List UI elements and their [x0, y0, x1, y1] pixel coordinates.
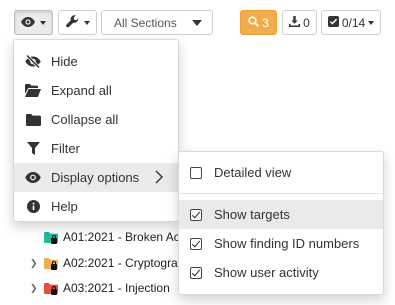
view-menu: Hide Expand all Collapse all Filter Disp… [13, 39, 179, 222]
display-options-submenu: Detailed view Show targets Show finding … [178, 151, 384, 295]
menu-item-display-options[interactable]: Display options [14, 163, 178, 192]
chevron-right-icon[interactable]: ❯ [30, 258, 40, 269]
sections-select[interactable]: All Sections [101, 10, 213, 35]
search-count: 3 [262, 15, 269, 30]
checklist-count: 0/14 [341, 15, 366, 30]
divider [179, 193, 383, 194]
menu-item-label: Hide [51, 54, 78, 69]
folder-icon [44, 257, 58, 270]
chevron-right-icon [155, 170, 163, 187]
lock-icon [51, 260, 57, 270]
tree-item-label: A02:2021 - Cryptogra [63, 256, 178, 270]
view-dropdown-button[interactable] [14, 10, 53, 35]
menu-item-label: Collapse all [51, 112, 119, 127]
chevron-down-icon [40, 20, 46, 25]
lock-icon [51, 234, 57, 244]
chevron-down-icon [83, 20, 90, 25]
option-label: Show targets [214, 207, 290, 222]
option-detailed-view[interactable]: Detailed view [179, 158, 383, 187]
folder-icon [44, 231, 58, 244]
search-results-button[interactable]: 3 [240, 10, 277, 35]
sections-select-value: All Sections [114, 15, 177, 30]
menu-item-label: Display options [51, 170, 140, 185]
download-button[interactable]: 0 [282, 10, 317, 35]
eye-icon [25, 170, 41, 186]
show-targets-checkbox[interactable] [190, 208, 202, 221]
filter-icon [25, 141, 41, 157]
folder-icon [44, 282, 58, 295]
checklist-dropdown-button[interactable]: 0/14 [321, 10, 381, 35]
folder-open-icon [25, 83, 41, 99]
search-icon [248, 15, 260, 30]
option-show-finding-id-numbers[interactable]: Show finding ID numbers [179, 229, 383, 258]
check-square-icon [327, 15, 339, 30]
tree-item[interactable]: ❯ A02:2021 - Cryptogra [30, 252, 178, 274]
menu-item-expand-all[interactable]: Expand all [14, 76, 178, 105]
info-icon [25, 199, 41, 215]
menu-item-filter[interactable]: Filter [14, 134, 178, 163]
wrench-icon [65, 14, 79, 31]
tree-item[interactable]: ❯ A03:2021 - Injection [30, 277, 170, 299]
option-show-user-activity[interactable]: Show user activity [179, 258, 383, 287]
chevron-down-icon [192, 19, 202, 26]
download-icon [289, 15, 301, 30]
option-label: Detailed view [214, 165, 292, 180]
option-show-targets[interactable]: Show targets [179, 200, 383, 229]
eye-slash-icon [25, 54, 41, 70]
option-label: Show finding ID numbers [214, 236, 360, 251]
menu-item-label: Expand all [51, 83, 112, 98]
menu-item-hide[interactable]: Hide [14, 47, 178, 76]
show-finding-id-checkbox[interactable] [190, 237, 202, 250]
menu-item-collapse-all[interactable]: Collapse all [14, 105, 178, 134]
folder-icon [25, 112, 41, 128]
show-user-activity-checkbox[interactable] [190, 266, 202, 279]
tools-dropdown-button[interactable] [58, 10, 97, 35]
tree-item-label: A03:2021 - Injection [63, 281, 170, 295]
menu-item-label: Help [51, 199, 78, 214]
download-count: 0 [303, 15, 310, 30]
detailed-view-checkbox[interactable] [190, 166, 202, 179]
tree-item[interactable]: A01:2021 - Broken Ac [30, 226, 180, 248]
chevron-down-icon [368, 20, 375, 25]
chevron-right-icon[interactable]: ❯ [30, 283, 40, 294]
option-label: Show user activity [214, 265, 319, 280]
lock-icon [51, 285, 57, 295]
tree-item-label: A01:2021 - Broken Ac [63, 230, 180, 244]
menu-item-label: Filter [51, 141, 80, 156]
eye-icon [21, 16, 35, 30]
menu-item-help[interactable]: Help [14, 192, 178, 221]
